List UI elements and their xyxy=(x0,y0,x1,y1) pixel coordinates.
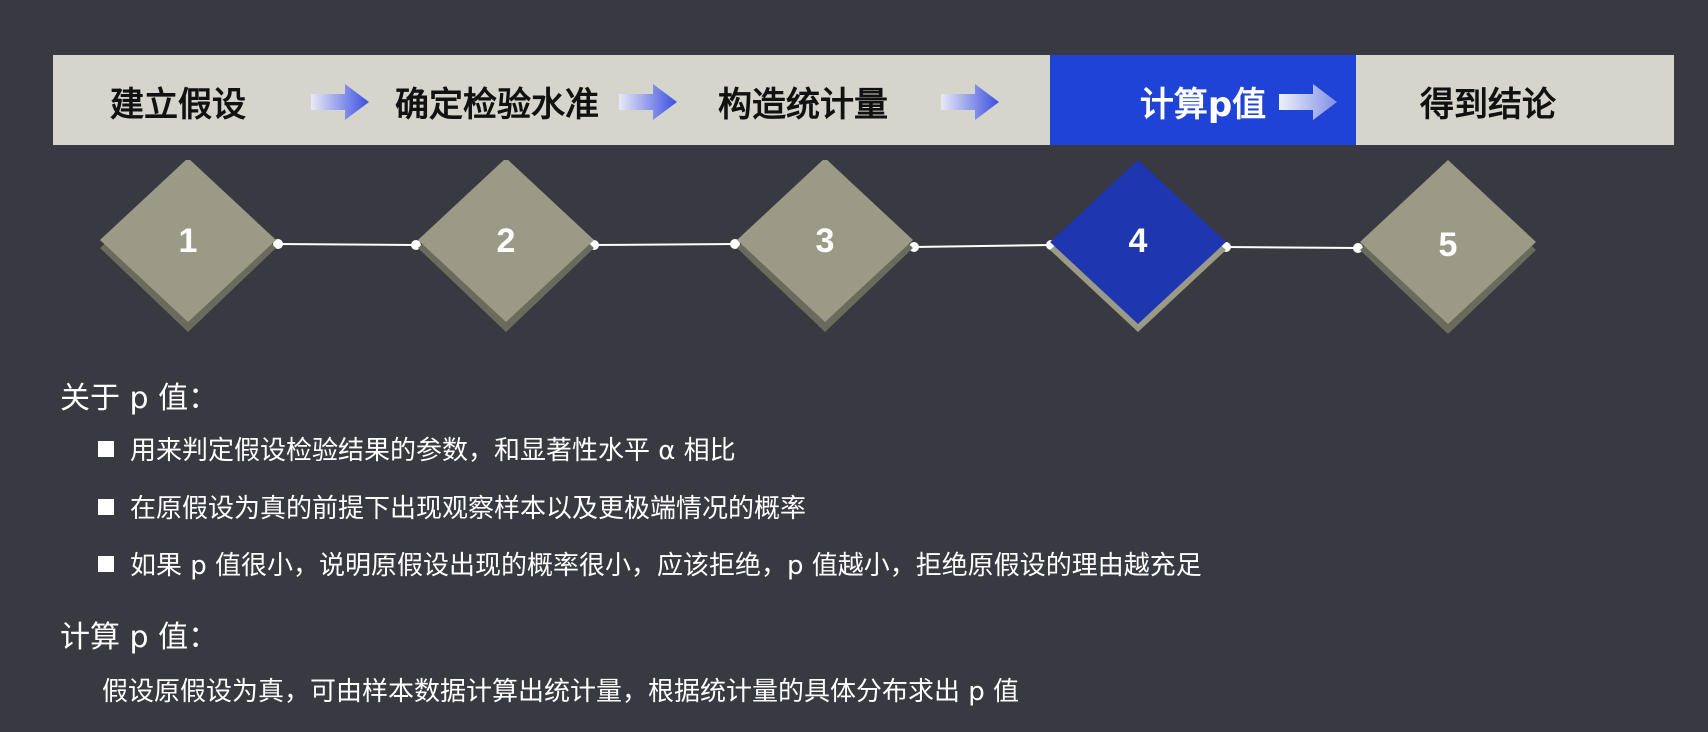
list-item: 如果 p 值很小，说明原假设出现的概率很小，应该拒绝，p 值越小，拒绝原假设的理… xyxy=(98,545,1202,582)
bullet-text: 用来判定假设检验结果的参数，和显著性水平 α 相比 xyxy=(130,436,736,466)
step-label-2: 确定检验水准 xyxy=(395,85,599,125)
square-bullet-icon xyxy=(98,498,114,515)
arrow-right-icon xyxy=(941,84,999,120)
list-item: 在原假设为真的前提下出现观察样本以及更极端情况的概率 xyxy=(98,488,806,525)
arrow-right-icon xyxy=(1279,84,1337,120)
arrow-right-icon xyxy=(311,84,369,120)
step-label-3: 构造统计量 xyxy=(718,85,888,125)
diamond-sequence: 1 2 3 4 5 xyxy=(0,160,1708,350)
calc-p-title: 计算 p 值： xyxy=(60,620,219,655)
step-label-5: 得到结论 xyxy=(1420,85,1556,125)
step-label-1: 建立假设 xyxy=(110,85,246,125)
step-number-4: 4 xyxy=(1128,222,1148,260)
square-bullet-icon xyxy=(98,555,114,572)
bullet-text: 如果 p 值很小，说明原假设出现的概率很小，应该拒绝，p 值越小，拒绝原假设的理… xyxy=(130,551,1202,581)
slide: 建立假设 确定检验水准 构造统计量 计算p值 得到结论 1 2 3 4 5 关于… xyxy=(0,0,1708,732)
connector-line xyxy=(913,244,1052,248)
bullet-text: 在原假设为真的前提下出现观察样本以及更极端情况的概率 xyxy=(130,494,807,524)
step-number-1: 1 xyxy=(178,222,198,260)
connector-line xyxy=(1225,246,1359,249)
about-p-title: 关于 p 值： xyxy=(60,381,219,416)
connector-line xyxy=(277,243,417,246)
calc-p-text: 假设原假设为真，可由样本数据计算出统计量，根据统计量的具体分布求出 p 值 xyxy=(102,677,1020,707)
connector-line xyxy=(593,243,736,246)
square-bullet-icon xyxy=(98,440,114,457)
step-number-2: 2 xyxy=(496,222,516,260)
step-number-3: 3 xyxy=(815,222,835,260)
arrow-right-icon xyxy=(619,84,677,120)
process-bar: 建立假设 确定检验水准 构造统计量 计算p值 得到结论 xyxy=(53,55,1674,145)
step-number-5: 5 xyxy=(1438,226,1458,264)
list-item: 用来判定假设检验结果的参数，和显著性水平 α 相比 xyxy=(98,430,736,467)
